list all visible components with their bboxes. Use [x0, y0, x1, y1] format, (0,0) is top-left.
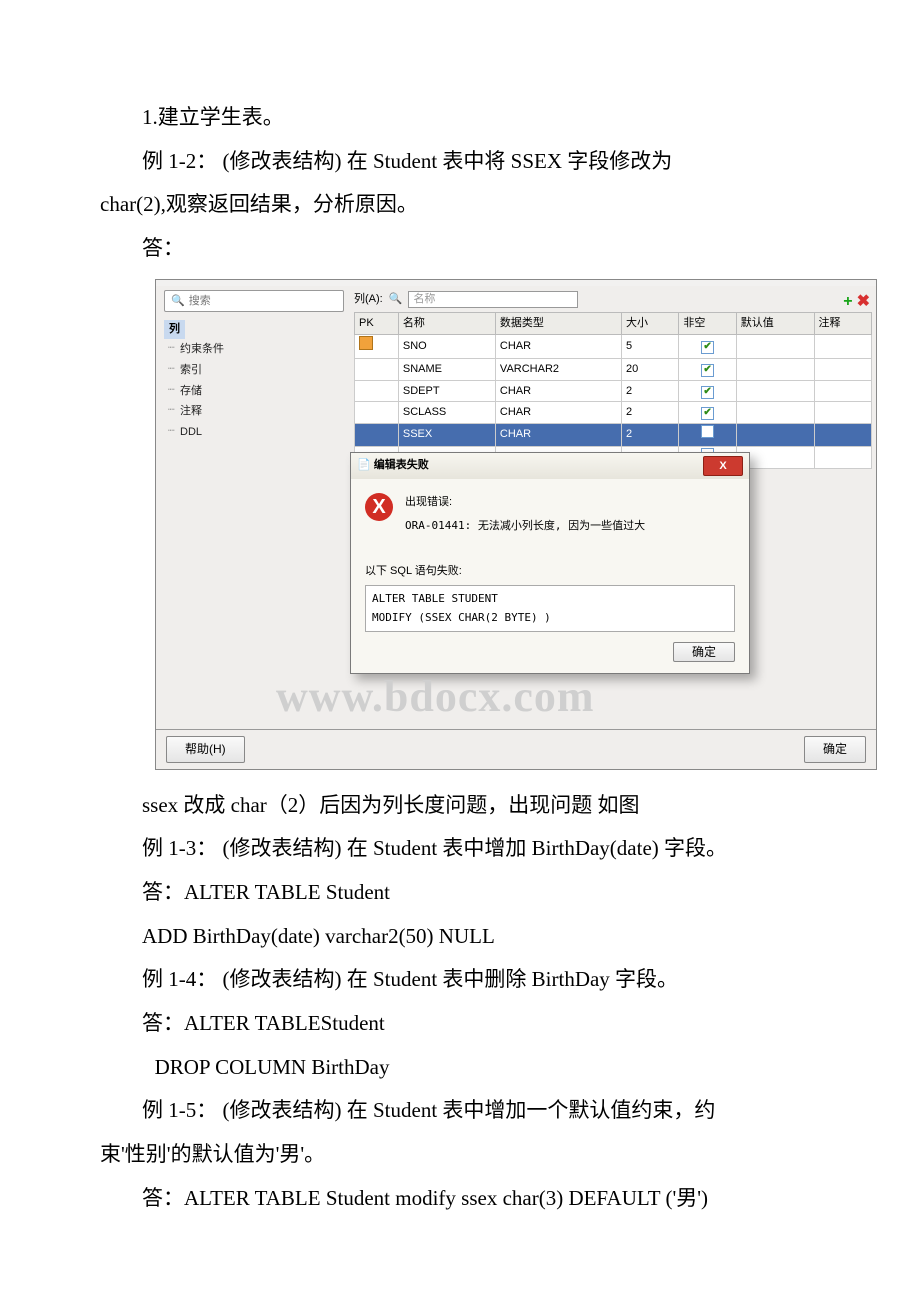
main-ok-button[interactable]: 确定 — [804, 736, 866, 762]
notnull-checkbox[interactable] — [701, 386, 714, 399]
th-size: 大小 — [622, 313, 679, 335]
tree-item-comments[interactable]: 注释 — [164, 401, 344, 422]
sql-fail-label: 以下 SQL 语句失败: — [365, 562, 735, 581]
th-pk: PK — [355, 313, 399, 335]
notnull-checkbox[interactable] — [701, 341, 714, 354]
search-input[interactable]: 🔍 搜索 — [164, 290, 344, 313]
paragraph-5: 例 1-3： (修改表结构) 在 Student 表中增加 BirthDay(d… — [100, 831, 820, 867]
table-row[interactable]: SNAMEVARCHAR220 — [355, 358, 872, 380]
table-row[interactable]: SNOCHAR5 — [355, 335, 872, 359]
paragraph-9: 答：ALTER TABLEStudent — [100, 1006, 820, 1042]
notnull-checkbox[interactable] — [701, 407, 714, 420]
paragraph-2a: 例 1-2： (修改表结构) 在 Student 表中将 SSEX 字段修改为 — [100, 144, 820, 180]
error-icon: X — [365, 493, 393, 521]
paragraph-7: ADD BirthDay(date) varchar2(50) NULL — [100, 919, 820, 955]
left-pane: 🔍 搜索 列 约束条件 索引 存储 注释 DDL — [156, 286, 350, 730]
table-row[interactable]: SCLASSCHAR2 — [355, 402, 872, 424]
column-name-input[interactable]: 名称 — [408, 291, 578, 308]
th-type: 数据类型 — [495, 313, 621, 335]
tree-item-ddl[interactable]: DDL — [164, 422, 344, 443]
paragraph-3: 答： — [100, 231, 820, 267]
paragraph-11a: 例 1-5： (修改表结构) 在 Student 表中增加一个默认值约束，约 — [100, 1093, 820, 1129]
paragraph-8: 例 1-4： (修改表结构) 在 Student 表中删除 BirthDay 字… — [100, 962, 820, 998]
th-name: 名称 — [398, 313, 495, 335]
error-label: 出现错误: — [405, 493, 645, 512]
table-row[interactable]: SDEPTCHAR2 — [355, 380, 872, 402]
search-placeholder: 搜索 — [189, 292, 211, 311]
failed-sql: ALTER TABLE STUDENT MODIFY (SSEX CHAR(2 … — [365, 585, 735, 632]
table-header-row: PK 名称 数据类型 大小 非空 默认值 注释 — [355, 313, 872, 335]
paragraph-2b: char(2),观察返回结果，分析原因。 — [100, 187, 820, 223]
notnull-checkbox[interactable] — [701, 364, 714, 377]
search-icon-small: 🔍 — [389, 290, 403, 309]
embedded-screenshot: + ✖ 🔍 搜索 列 约束条件 索引 存储 注释 DDL — [155, 279, 877, 770]
error-message: ORA-01441: 无法减小列长度, 因为一些值过大 — [405, 517, 645, 536]
dialog-close-button[interactable]: X — [703, 456, 743, 476]
pk-icon — [359, 336, 373, 350]
tree-item-indexes[interactable]: 索引 — [164, 360, 344, 381]
paragraph-11b: 束'性别'的默认值为'男'。 — [100, 1137, 820, 1173]
notnull-checkbox[interactable] — [701, 425, 714, 438]
tree-item-storage[interactable]: 存储 — [164, 381, 344, 402]
help-button[interactable]: 帮助(H) — [166, 736, 245, 762]
th-notnull: 非空 — [679, 313, 736, 335]
paragraph-10: DROP COLUMN BirthDay — [100, 1050, 820, 1086]
search-icon: 🔍 — [171, 292, 185, 311]
columns-label: 列(A): — [354, 290, 383, 309]
paragraph-1: 1.建立学生表。 — [100, 100, 820, 136]
paragraph-4: ssex 改成 char（2）后因为列长度问题，出现问题 如图 — [100, 788, 820, 824]
th-default: 默认值 — [736, 313, 814, 335]
dialog-ok-button[interactable]: 确定 — [673, 642, 735, 662]
tree-item-constraints[interactable]: 约束条件 — [164, 339, 344, 360]
remove-column-icon[interactable]: ✖ — [857, 288, 870, 315]
add-column-icon[interactable]: + — [843, 288, 852, 315]
dialog-title: 编辑表失败 — [374, 459, 429, 471]
paragraph-12: 答：ALTER TABLE Student modify ssex char(3… — [100, 1181, 820, 1217]
columns-table: PK 名称 数据类型 大小 非空 默认值 注释 SNOCHAR5SNAMEVAR… — [354, 312, 872, 469]
error-dialog: 📄 编辑表失败 X X 出现错误: ORA-01441: 无法减小列长度, 因为… — [350, 452, 750, 674]
table-row[interactable]: SSEXCHAR2 — [355, 423, 872, 446]
paragraph-6: 答：ALTER TABLE Student — [100, 875, 820, 911]
tree-root-columns[interactable]: 列 — [164, 320, 185, 339]
right-pane: 列(A): 🔍 名称 PK 名称 数据类型 大小 非空 — [350, 286, 876, 730]
th-comment: 注释 — [814, 313, 871, 335]
